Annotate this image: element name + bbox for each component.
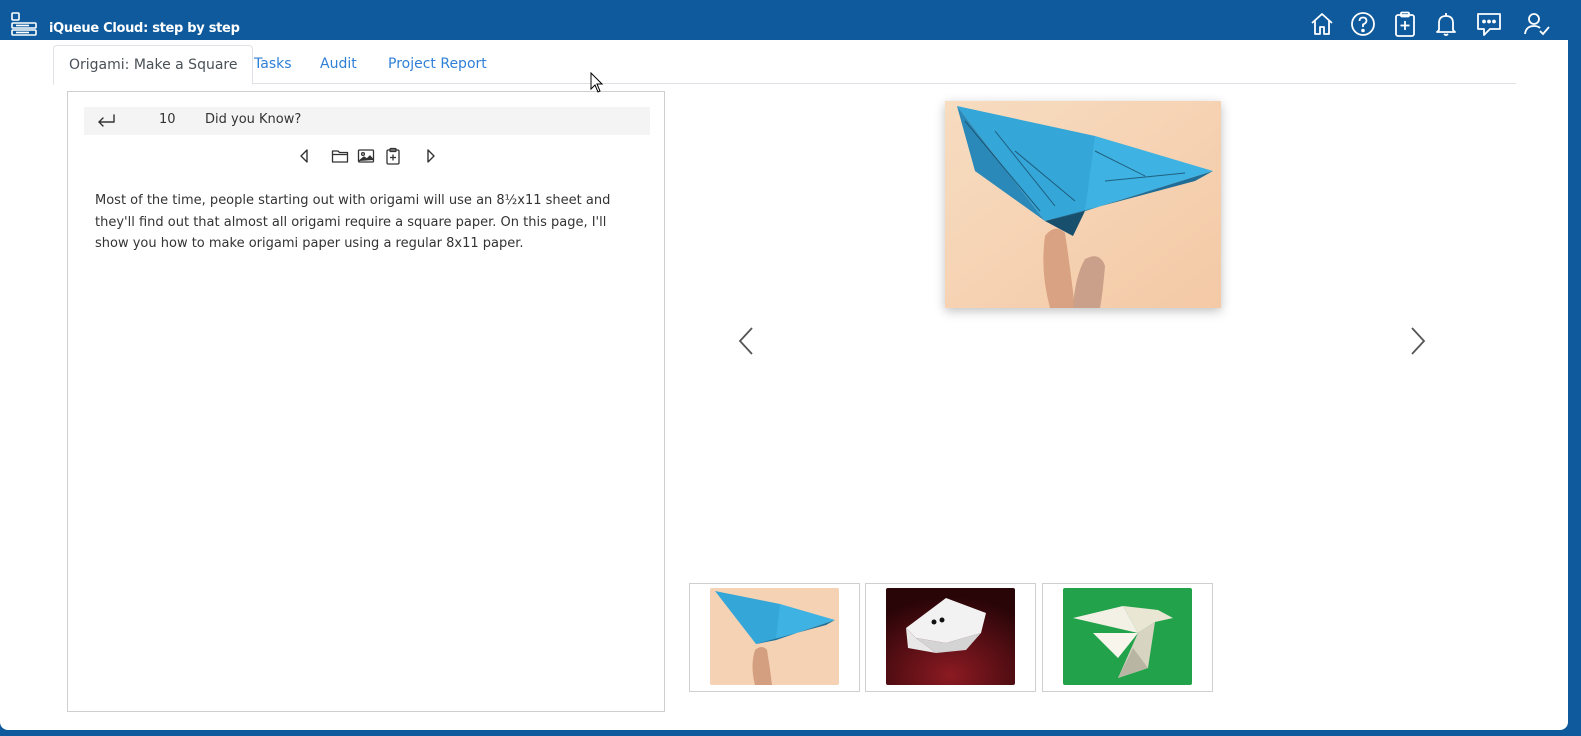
origami-butterfly-image: [945, 101, 1221, 308]
tab-audit[interactable]: Audit: [305, 45, 372, 84]
image-carousel: [690, 91, 1550, 551]
origami-butterfly-thumb[interactable]: [689, 583, 860, 692]
app-title: iQueue Cloud: step by step: [49, 21, 240, 36]
app-menu-icon[interactable]: [11, 12, 37, 36]
step-number: 10: [159, 112, 176, 127]
step-header: 10 Did you Know?: [84, 107, 650, 135]
tab-origami-make-a-square[interactable]: Origami: Make a Square: [53, 45, 254, 85]
tab-bar: Origami: Make a Square Tasks Audit Proje…: [53, 45, 1516, 85]
origami-dove-thumb[interactable]: [1042, 583, 1213, 692]
home-icon[interactable]: [1308, 10, 1336, 38]
carousel-next-icon[interactable]: [1408, 325, 1428, 357]
chat-icon[interactable]: [1475, 10, 1503, 38]
origami-frog-thumb[interactable]: [865, 583, 1036, 692]
return-icon[interactable]: [96, 113, 116, 129]
mouse-cursor-icon: [590, 71, 604, 94]
bell-icon[interactable]: [1432, 10, 1460, 38]
image-icon[interactable]: [357, 147, 375, 165]
step-panel: 10 Did you Know? Most of the time, peopl…: [67, 91, 665, 712]
step-title: Did you Know?: [205, 112, 302, 127]
tab-project-report[interactable]: Project Report: [373, 45, 502, 84]
clipboard-add-icon[interactable]: [384, 147, 402, 165]
app-header: iQueue Cloud: step by step: [0, 0, 1581, 40]
user-check-icon[interactable]: [1523, 10, 1551, 38]
folder-icon[interactable]: [331, 147, 349, 165]
help-icon[interactable]: [1349, 10, 1377, 38]
next-icon[interactable]: [421, 147, 439, 165]
carousel-previous-icon[interactable]: [736, 325, 756, 357]
tab-tasks[interactable]: Tasks: [239, 45, 307, 84]
clipboard-add-icon[interactable]: [1391, 10, 1419, 38]
step-description: Most of the time, people starting out wi…: [95, 193, 611, 251]
previous-icon[interactable]: [296, 147, 314, 165]
